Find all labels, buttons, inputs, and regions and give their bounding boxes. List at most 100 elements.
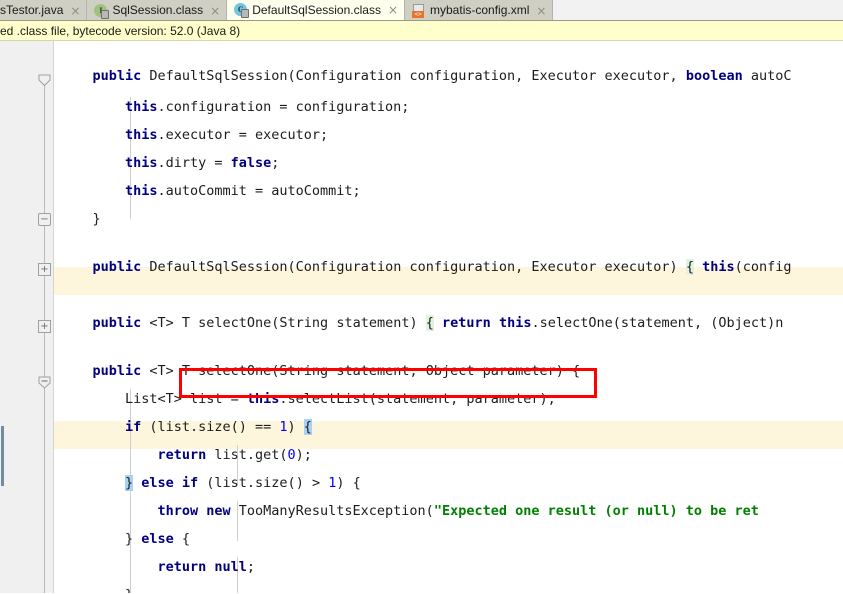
code-token: { <box>425 315 434 331</box>
code-line[interactable]: } else { <box>54 525 190 553</box>
code-content[interactable]: public DefaultSqlSession(Configuration c… <box>54 41 843 593</box>
code-token: list.get( <box>206 447 288 463</box>
code-token: .selectOne(statement, (Object)n <box>531 315 784 331</box>
tab-label: SqlSession.class <box>112 3 204 17</box>
code-token: false <box>230 155 272 171</box>
code-line[interactable]: return null; <box>54 553 255 581</box>
code-token: } <box>124 475 134 491</box>
code-token: boolean <box>685 68 743 84</box>
interface-class-icon: I <box>94 3 110 19</box>
code-token: autoC <box>742 68 792 84</box>
code-token: this <box>124 183 158 199</box>
code-line[interactable]: this.dirty = false; <box>54 149 279 177</box>
code-token: } <box>92 211 101 227</box>
code-token: (list.size() > <box>198 475 329 491</box>
tab-stestor-java[interactable]: sTestor.java × <box>0 0 88 20</box>
class-file-icon: C <box>234 3 250 18</box>
code-token: .autoCommit = autoCommit; <box>157 183 361 199</box>
code-token: .configuration = configuration; <box>157 99 410 115</box>
code-token: { <box>173 531 190 547</box>
code-token: this <box>246 391 280 407</box>
fold-collapse-arrow-icon[interactable] <box>38 74 51 87</box>
code-token: throw <box>157 503 199 519</box>
code-token: DefaultSqlSession(Configuration configur… <box>141 259 686 275</box>
code-line[interactable]: } <box>54 581 133 593</box>
code-line[interactable]: public DefaultSqlSession(Configuration c… <box>54 62 792 90</box>
fold-collapse-marker[interactable] <box>38 376 51 389</box>
vcs-change-marker[interactable] <box>1 426 4 486</box>
tab-label: sTestor.java <box>0 3 64 17</box>
code-token: } <box>125 587 133 593</box>
code-line[interactable]: return list.get(0); <box>54 441 312 469</box>
ide-window: sTestor.java × I SqlSession.class × C De… <box>0 0 843 594</box>
code-token: DefaultSqlSession(Configuration configur… <box>141 68 686 84</box>
code-line[interactable]: if (list.size() == 1) { <box>54 413 312 441</box>
editor-tab-bar: sTestor.java × I SqlSession.class × C De… <box>0 0 843 21</box>
code-token: this <box>124 155 158 171</box>
code-line[interactable]: this.configuration = configuration; <box>54 93 409 121</box>
lock-icon <box>241 9 250 18</box>
code-line[interactable]: public DefaultSqlSession(Configuration c… <box>54 253 792 281</box>
code-token: "Expected one result (or null) to be ret <box>433 503 759 519</box>
code-line[interactable]: } else if (list.size() > 1) { <box>54 469 361 497</box>
code-token: TooManyResultsException( <box>230 503 434 519</box>
code-line[interactable]: public <T> T selectOne(String statement,… <box>54 357 580 385</box>
close-icon[interactable]: × <box>70 5 80 17</box>
code-token: if <box>181 475 199 491</box>
code-token: return <box>157 559 207 575</box>
code-token: return <box>442 315 491 331</box>
code-editor[interactable]: − + + − public DefaultSqlSession(Con <box>0 41 843 593</box>
code-token: new <box>206 503 231 519</box>
code-token: .selectList(statement, parameter); <box>279 391 556 407</box>
code-token: 1 <box>279 419 288 435</box>
fold-spine <box>44 85 45 593</box>
tab-defaultsqlsession-class[interactable]: C DefaultSqlSession.class × <box>227 0 406 20</box>
code-line[interactable]: } <box>54 205 101 233</box>
code-token: 0 <box>287 447 296 463</box>
code-line[interactable]: throw new TooManyResultsException("Expec… <box>54 497 759 525</box>
tab-label: DefaultSqlSession.class <box>252 2 381 17</box>
code-token: ; <box>246 559 256 575</box>
fold-expand-marker[interactable]: + <box>38 263 51 276</box>
code-token: ; <box>271 155 280 171</box>
code-token: else <box>141 475 174 491</box>
code-token: else <box>141 531 174 547</box>
code-token: this <box>124 99 158 115</box>
code-token: } <box>124 531 142 547</box>
code-token: this <box>498 315 532 331</box>
code-line[interactable]: this.autoCommit = autoCommit; <box>54 177 361 205</box>
code-token: if <box>124 419 142 435</box>
tab-label: mybatis-config.xml <box>430 3 530 17</box>
close-icon[interactable]: × <box>210 5 220 17</box>
code-token: public <box>92 363 142 379</box>
editor-gutter[interactable]: − + + − <box>0 41 54 593</box>
close-icon[interactable]: × <box>388 4 398 16</box>
code-token: { <box>303 419 312 435</box>
code-line[interactable]: this.executor = executor; <box>54 121 328 149</box>
fold-expand-marker[interactable]: + <box>38 320 51 333</box>
fold-end-marker[interactable]: − <box>38 213 51 226</box>
code-token: ); <box>295 447 312 463</box>
code-token: .executor = executor; <box>157 127 329 143</box>
code-line[interactable]: List<T> list = this.selectList(statement… <box>54 385 556 413</box>
close-icon[interactable]: × <box>536 5 546 17</box>
code-token: (config <box>734 259 792 275</box>
lock-icon <box>101 9 110 19</box>
tab-bar-filler <box>553 0 843 20</box>
code-token: public <box>92 315 142 331</box>
code-token: <T> T selectOne(String statement, Object… <box>141 363 581 379</box>
tab-mybatis-config-xml[interactable]: <> mybatis-config.xml × <box>405 0 554 20</box>
code-token: { <box>685 259 694 275</box>
code-token: null <box>214 559 247 575</box>
code-token: <T> T selectOne(String statement) <box>141 315 426 331</box>
code-line[interactable]: public <T> T selectOne(String statement)… <box>54 309 783 337</box>
tab-sqlsession-class[interactable]: I SqlSession.class × <box>87 0 228 20</box>
bytecode-notification-bar[interactable]: ed .class file, bytecode version: 52.0 (… <box>0 21 843 41</box>
code-token: ) <box>287 419 304 435</box>
code-token: this <box>702 259 735 275</box>
